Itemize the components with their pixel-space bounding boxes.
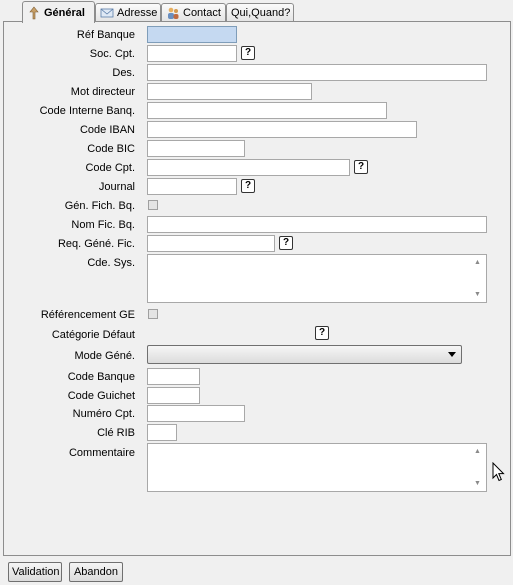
scroll-down-icon[interactable]: ▼: [474, 291, 481, 298]
code-banque-label: Code Banque: [67, 371, 135, 383]
gen-fich-label: Gén. Fich. Bq.: [64, 200, 135, 212]
tab-adresse-label: Adresse: [117, 7, 158, 19]
nom-fic-label: Nom Fic. Bq.: [71, 219, 135, 231]
code-banque-input[interactable]: [147, 368, 200, 385]
code-interne-label: Code Interne Banq.: [39, 105, 135, 117]
code-cpt-help-button[interactable]: ?: [354, 160, 368, 174]
journal-label: Journal: [98, 181, 135, 193]
code-cpt-input[interactable]: [147, 159, 350, 176]
code-interne-input[interactable]: [147, 102, 387, 119]
req-gene-input[interactable]: [147, 235, 275, 252]
chevron-down-icon: [448, 352, 456, 357]
tab-contact[interactable]: Contact: [161, 3, 226, 22]
cle-rib-label: Clé RIB: [97, 427, 135, 439]
abandon-button[interactable]: Abandon: [69, 562, 123, 582]
cde-sys-textarea[interactable]: ▲ ▼: [147, 254, 487, 303]
tab-adresse[interactable]: Adresse: [95, 3, 161, 22]
referencement-label: Référencement GE: [40, 309, 135, 321]
mouse-pointer-icon: [492, 461, 506, 485]
categorie-label: Catégorie Défaut: [51, 329, 135, 341]
scroll-up-icon[interactable]: ▲: [474, 448, 481, 455]
ref-banque-label: Réf Banque: [76, 29, 135, 41]
code-iban-label: Code IBAN: [79, 124, 135, 136]
soc-cpt-label: Soc. Cpt.: [89, 48, 135, 60]
tab-general[interactable]: Général: [22, 1, 95, 23]
general-icon: [27, 6, 41, 20]
tab-qui-quand[interactable]: Qui,Quand?: [226, 3, 294, 22]
numero-cpt-label: Numéro Cpt.: [72, 408, 135, 420]
commentaire-label: Commentaire: [68, 447, 135, 459]
cde-sys-label: Cde. Sys.: [87, 257, 135, 269]
code-bic-label: Code BIC: [87, 143, 135, 155]
cle-rib-input[interactable]: [147, 424, 177, 441]
scroll-down-icon[interactable]: ▼: [474, 480, 481, 487]
categorie-help-button[interactable]: ?: [315, 326, 329, 340]
referencement-checkbox[interactable]: [148, 309, 158, 319]
des-label: Des.: [112, 67, 135, 79]
code-guichet-input[interactable]: [147, 387, 200, 404]
validation-button[interactable]: Validation: [8, 562, 62, 582]
code-guichet-label: Code Guichet: [67, 390, 135, 402]
req-gene-help-button[interactable]: ?: [279, 236, 293, 250]
des-input[interactable]: [147, 64, 487, 81]
mode-gene-label: Mode Géné.: [74, 350, 135, 362]
envelope-icon: [100, 6, 114, 20]
journal-help-button[interactable]: ?: [241, 179, 255, 193]
nom-fic-input[interactable]: [147, 216, 487, 233]
code-bic-input[interactable]: [147, 140, 245, 157]
mode-gene-select[interactable]: [147, 345, 462, 364]
numero-cpt-input[interactable]: [147, 405, 245, 422]
people-icon: [166, 6, 180, 20]
soc-cpt-input[interactable]: [147, 45, 237, 62]
code-cpt-label: Code Cpt.: [85, 162, 135, 174]
mot-directeur-input[interactable]: [147, 83, 312, 100]
mot-directeur-label: Mot directeur: [70, 86, 135, 98]
tab-contact-label: Contact: [183, 7, 221, 19]
commentaire-textarea[interactable]: ▲ ▼: [147, 443, 487, 492]
code-iban-input[interactable]: [147, 121, 417, 138]
ref-banque-input[interactable]: [147, 26, 237, 43]
tab-general-label: Général: [44, 6, 85, 19]
commentaire-scrollbar[interactable]: ▲ ▼: [469, 444, 486, 491]
journal-input[interactable]: [147, 178, 237, 195]
tab-qui-quand-label: Qui,Quand?: [231, 7, 291, 19]
tab-bar: Général Adresse Contact Qui,Quand?: [0, 0, 513, 23]
soc-cpt-help-button[interactable]: ?: [241, 46, 255, 60]
req-gene-label: Req. Géné. Fic.: [57, 238, 135, 250]
scroll-up-icon[interactable]: ▲: [474, 259, 481, 266]
gen-fich-checkbox[interactable]: [148, 200, 158, 210]
cde-sys-scrollbar[interactable]: ▲ ▼: [469, 255, 486, 302]
